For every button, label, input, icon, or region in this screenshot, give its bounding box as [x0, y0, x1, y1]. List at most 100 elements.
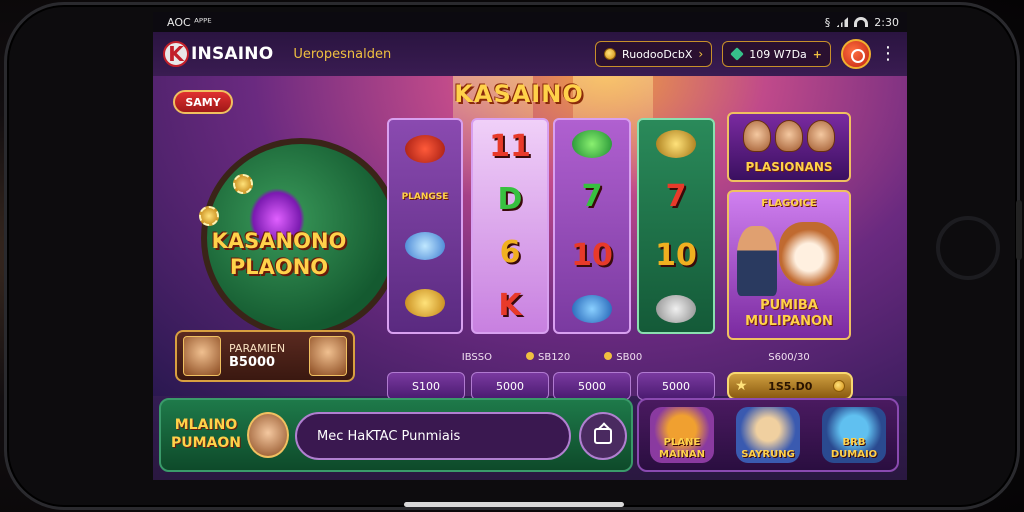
card-head: FLAGOICE: [761, 198, 817, 209]
phone-frame: AOC ᴬᴾᴾᴱ § 2:30 K INSAINO Ueropesnalden …: [0, 0, 1024, 512]
promo-card-big[interactable]: FLAGOICE PUMIBA MULIPANON: [727, 190, 851, 340]
table-title-line2: PLAONO: [229, 255, 329, 279]
status-glyph: §: [824, 15, 831, 29]
ruby-icon: [405, 134, 445, 163]
avatar: [183, 336, 221, 376]
star-icon: ★: [735, 378, 748, 394]
reel-symbol: 10: [571, 237, 613, 273]
bet-label-text: SB120: [537, 352, 571, 363]
profile-button[interactable]: [841, 39, 871, 69]
status-time: 2:30: [874, 15, 899, 29]
balance-pill[interactable]: RuodooDcbX ›: [595, 41, 713, 67]
coin-icon: [604, 48, 617, 60]
card-title: PLASIONANS: [745, 160, 833, 174]
app-logo[interactable]: K INSAINO: [163, 41, 273, 67]
avatar: [309, 336, 347, 376]
reel-symbol: 10: [655, 237, 697, 273]
coin-icon: [405, 289, 445, 318]
logo-badge: K: [163, 41, 189, 67]
bottom-logo[interactable]: MLAINO PUMAON: [169, 410, 243, 460]
reel-3[interactable]: 7 10: [553, 118, 631, 334]
game-stage: SAMY KASANONO PLAONO PARAMIEN B5000 KASA…: [153, 76, 907, 400]
avatar: [743, 120, 771, 152]
bottom-logo-line1: MLAINO: [174, 417, 238, 433]
leaf-icon: [572, 129, 612, 158]
game-tile[interactable]: SAYRUNG: [736, 407, 800, 463]
chip-icon: [199, 206, 219, 226]
gem-icon: [730, 47, 744, 61]
chevron-right-icon: ›: [698, 47, 704, 61]
reel-1[interactable]: PLANGSE: [387, 118, 463, 334]
chat-input[interactable]: Mec HaKTAC Punmiais: [295, 412, 571, 460]
status-bar: AOC ᴬᴾᴾᴱ § 2:30: [153, 12, 907, 32]
dot-icon: [525, 352, 534, 360]
chip-icon: [233, 174, 253, 194]
game-tile[interactable]: BRB DUMAIO: [822, 407, 886, 463]
bet-label: IBSSO: [461, 352, 492, 363]
bet-label: SB00: [604, 352, 642, 363]
balance-value: RuodooDcbX: [622, 47, 693, 61]
character-man: [737, 226, 777, 296]
camera-icon: [936, 216, 1000, 280]
boot-icon: [405, 231, 445, 260]
reel-4[interactable]: 7 10: [637, 118, 715, 334]
reel-symbol: 6: [499, 234, 521, 270]
card-amount: S600/30: [768, 352, 810, 363]
bet-button[interactable]: S100: [387, 372, 465, 400]
bet-button[interactable]: 5000: [471, 372, 549, 400]
games-panel: PLANE MAINAN SAYRUNG BRB DUMAIO: [637, 398, 899, 472]
promo-box[interactable]: PARAMIEN B5000: [175, 330, 355, 382]
bottom-bar: MLAINO PUMAON Mec HaKTAC Punmiais: [159, 398, 633, 472]
spin-total-button[interactable]: ★ 1S5.D0: [727, 372, 853, 400]
promo-amount: B5000: [229, 355, 276, 370]
avatar[interactable]: [247, 412, 289, 458]
signal-icon: [836, 17, 849, 27]
home-button[interactable]: [579, 412, 627, 460]
top-bar: K INSAINO Ueropesnalden RuodooDcbX › 109…: [153, 32, 907, 76]
app-screen: AOC ᴬᴾᴾᴱ § 2:30 K INSAINO Ueropesnalden …: [153, 12, 907, 480]
game-tile[interactable]: PLANE MAINAN: [650, 407, 714, 463]
gem-icon: [572, 294, 612, 323]
character-dog: [779, 222, 839, 286]
gems-pill[interactable]: 109 W7Da +: [722, 41, 831, 67]
slot-title: KASAINO: [454, 80, 584, 108]
avatar: [807, 120, 835, 152]
reel-symbol: 11: [489, 128, 531, 164]
reel-symbol: 7: [665, 178, 687, 214]
home-icon: [594, 428, 612, 444]
reel-symbol: K: [498, 287, 522, 323]
bet-button[interactable]: 5000: [637, 372, 715, 400]
phone-side-button: [1016, 200, 1022, 260]
reel-2[interactable]: 11 D 6 K: [471, 118, 549, 334]
dot-icon: [604, 352, 613, 360]
table-title-line1: KASANONO: [211, 229, 347, 253]
card-title: PUMIBA MULIPANON: [729, 298, 849, 330]
promo-label: PARAMIEN: [229, 342, 286, 355]
bell-icon: [656, 129, 696, 158]
spin-total-value: 1S5.D0: [768, 379, 813, 393]
avatar: [775, 120, 803, 152]
bet-labels: IBSSO SB120 SB00: [387, 352, 717, 363]
gems-value: 109 W7Da: [749, 47, 807, 61]
bet-label-text: SB00: [616, 352, 643, 363]
coin-icon: [832, 380, 845, 392]
anvil-icon: [656, 294, 696, 323]
logo-text: INSAINO: [191, 44, 274, 64]
promo-card-top[interactable]: PLASIONANS: [727, 112, 851, 182]
card-title-line1: PUMIBA: [760, 298, 818, 313]
home-indicator[interactable]: [404, 502, 624, 507]
wifi-icon: [854, 17, 869, 27]
card-faces: [743, 120, 835, 152]
card-title-line2: MULIPANON: [745, 314, 833, 329]
more-menu-icon[interactable]: ⋮: [879, 45, 897, 63]
reel-symbol-label: PLANGSE: [401, 192, 449, 203]
bottom-logo-line2: PUMAON: [170, 435, 241, 451]
bet-label: SB120: [525, 352, 571, 363]
status-left-text: AOC ᴬᴾᴾᴱ: [167, 15, 212, 29]
nav-link[interactable]: Ueropesnalden: [293, 47, 391, 62]
bet-button[interactable]: 5000: [553, 372, 631, 400]
table-game-title[interactable]: KASANONO PLAONO: [199, 228, 359, 280]
plus-icon: +: [812, 47, 822, 61]
reel-symbol: D: [497, 181, 523, 217]
promo-badge[interactable]: SAMY: [173, 90, 233, 114]
